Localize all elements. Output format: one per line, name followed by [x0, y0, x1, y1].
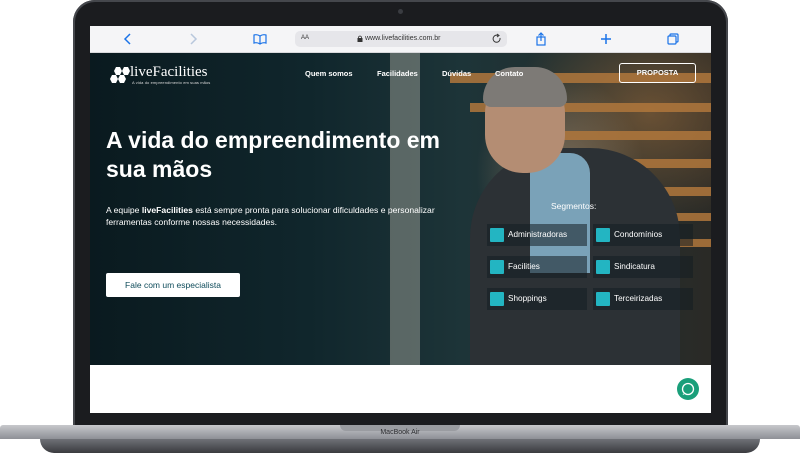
share-icon[interactable]: [533, 31, 549, 47]
reload-icon[interactable]: [492, 33, 502, 47]
nav-duvidas[interactable]: Dúvidas: [442, 69, 471, 78]
hero-headline: A vida do empreendimento em sua mãos: [106, 126, 466, 184]
chart-icon: [490, 228, 504, 242]
screen: AA www.livefacilities.com.br liveFacilit…: [90, 26, 711, 413]
reader-button[interactable]: AA: [301, 35, 309, 41]
segment-label: Administradoras: [508, 230, 568, 239]
camera: [398, 9, 403, 14]
new-tab-icon[interactable]: [598, 31, 614, 47]
segment-sindicatura[interactable]: Sindicatura: [593, 256, 693, 278]
forward-icon[interactable]: [185, 31, 201, 47]
headline-line-1: A vida do empreendimento em: [106, 127, 440, 153]
whatsapp-button[interactable]: [677, 378, 699, 400]
eye-icon: [596, 260, 610, 274]
url-text: www.livefacilities.com.br: [365, 35, 441, 42]
description-brand: liveFacilities: [141, 205, 193, 215]
segment-shoppings[interactable]: Shoppings: [487, 288, 587, 310]
hero-section: liveFacilities A vida do empreendimento …: [90, 53, 711, 365]
segment-facilities[interactable]: Facilities: [487, 256, 587, 278]
segment-label: Condomínios: [614, 230, 663, 239]
segment-label: Facilities: [508, 262, 540, 271]
segment-label: Sindicatura: [614, 262, 655, 271]
logo-icon: [110, 67, 130, 83]
content-section: [90, 365, 711, 413]
device-label: MacBook Air: [380, 429, 420, 436]
laptop-base-bottom: [40, 439, 760, 453]
store-icon: [490, 292, 504, 306]
logo-text[interactable]: liveFacilities: [130, 64, 207, 81]
back-icon[interactable]: [120, 31, 136, 47]
segment-label: Terceirizadas: [614, 294, 663, 303]
segment-condominios[interactable]: Condomínios: [593, 224, 693, 246]
nav-contato[interactable]: Contato: [495, 69, 523, 78]
segment-administradoras[interactable]: Administradoras: [487, 224, 587, 246]
headline-line-2: sua mãos: [106, 156, 213, 182]
segments-title: Segmentos:: [551, 201, 597, 211]
description-prefix: A equipe: [106, 205, 142, 215]
nav-quem-somos[interactable]: Quem somos: [305, 69, 353, 78]
nav-facilidades[interactable]: Facilidades: [377, 69, 418, 78]
address-bar[interactable]: AA www.livefacilities.com.br: [295, 31, 507, 47]
talk-to-specialist-button[interactable]: Fale com um especialista: [106, 273, 240, 297]
hero-description: A equipe liveFacilities está sempre pron…: [106, 204, 476, 228]
lock-icon: [357, 35, 363, 44]
proposal-button[interactable]: PROPOSTA: [619, 63, 696, 83]
logo-tagline: A vida do empreendimento em suas mãos: [132, 80, 211, 85]
whatsapp-icon: [681, 382, 695, 396]
person-icon: [596, 292, 610, 306]
bookmarks-icon[interactable]: [252, 31, 268, 47]
browser-toolbar: AA www.livefacilities.com.br: [90, 26, 711, 53]
building-icon: [596, 228, 610, 242]
segment-label: Shoppings: [508, 294, 547, 303]
tools-icon: [490, 260, 504, 274]
segment-terceirizadas[interactable]: Terceirizadas: [593, 288, 693, 310]
tabs-overview-icon[interactable]: [665, 31, 681, 47]
